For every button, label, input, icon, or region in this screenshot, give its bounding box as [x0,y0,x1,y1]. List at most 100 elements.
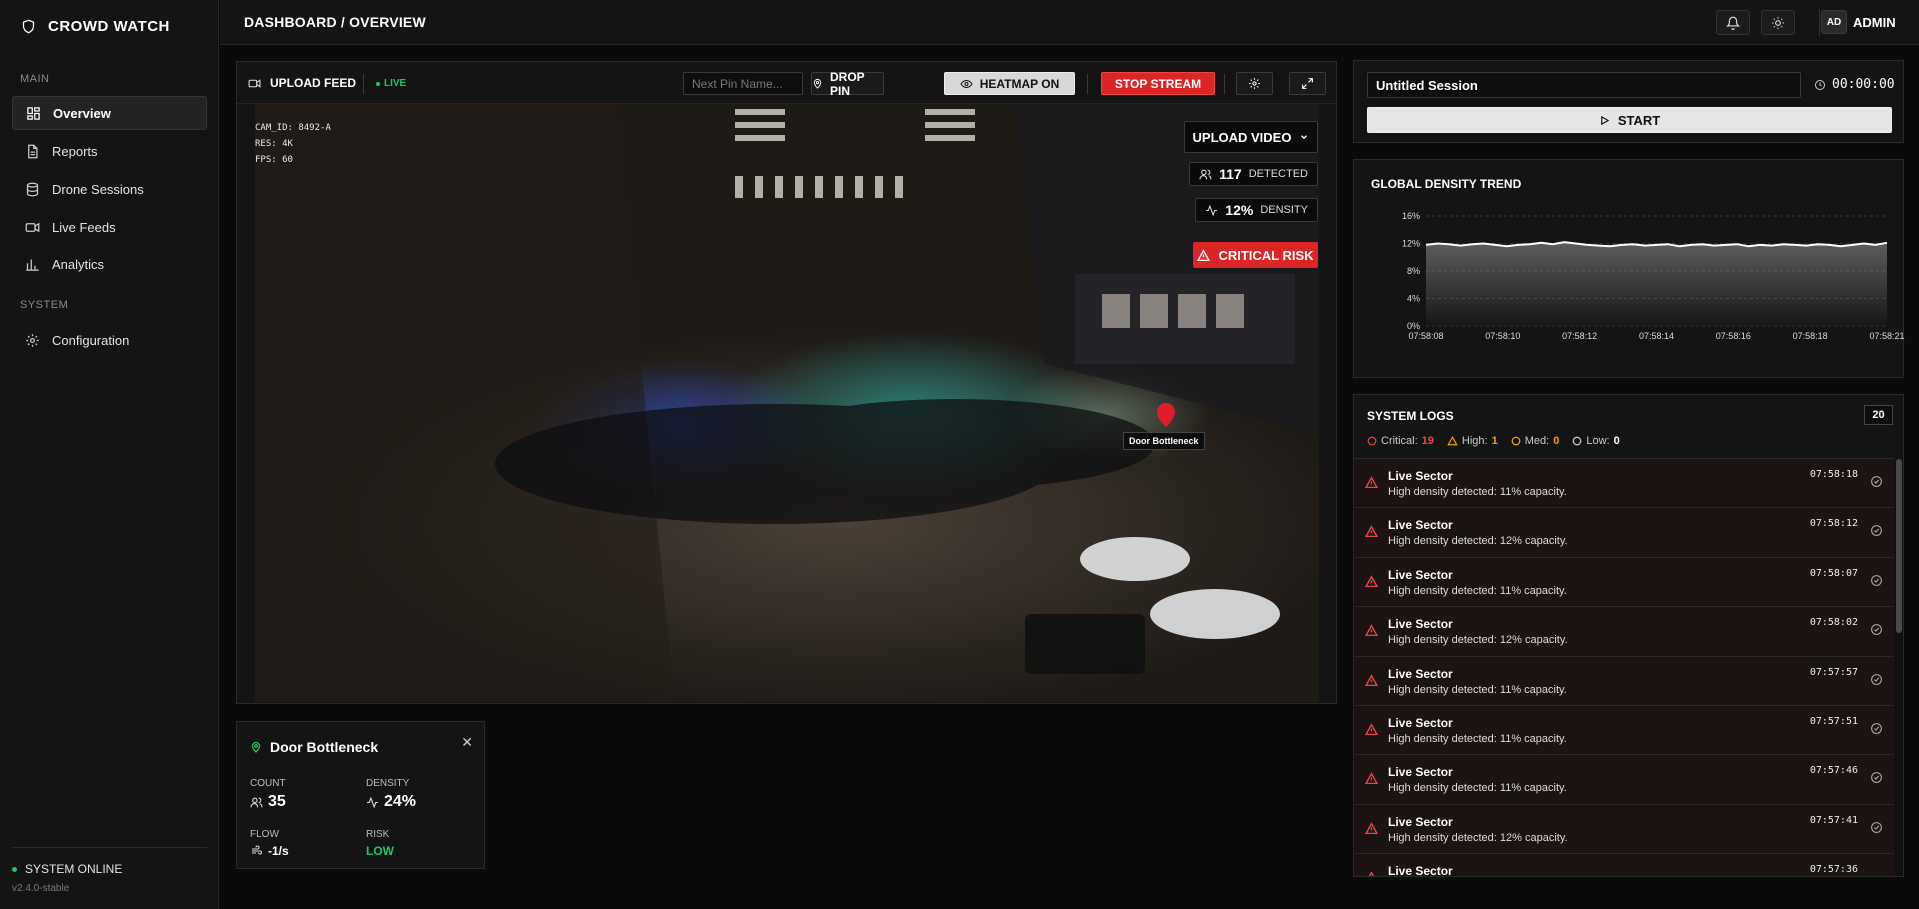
detected-count-chip: 117 DETECTED [1189,162,1318,186]
stop-stream-button[interactable]: STOP STREAM [1101,72,1215,95]
start-session-button[interactable]: START [1367,107,1892,133]
warning-icon [1365,624,1378,637]
sidebar-item-reports[interactable]: Reports [12,134,207,168]
log-entry[interactable]: Live Sector 07:57:36 [1354,853,1894,877]
pin-name-input[interactable] [683,72,803,95]
severity-high[interactable]: High: 1 [1447,435,1498,447]
log-time: 07:57:51 [1809,715,1858,727]
detected-count: 117 [1219,166,1242,182]
log-message: High density detected: 11% capacity. [1388,584,1567,597]
check-circle-icon[interactable] [1870,574,1883,587]
x-tick-label: 07:58:14 [1639,331,1674,341]
y-tick-label: 4% [1407,294,1420,304]
log-entry[interactable]: Live Sector High density detected: 11% c… [1354,655,1894,705]
divider [1224,74,1225,94]
section-label-system: SYSTEM [20,299,69,311]
bell-icon [1726,16,1740,30]
log-entry[interactable]: Live Sector High density detected: 12% c… [1354,507,1894,557]
theme-toggle-button[interactable] [1761,10,1795,35]
warning-icon [1365,772,1378,785]
live-indicator: LIVE [376,78,406,89]
pin-count-value: 35 [268,793,286,810]
risk-label: CRITICAL RISK [1218,247,1314,263]
log-source: Live Sector [1388,518,1453,533]
log-entry[interactable]: Live Sector High density detected: 11% c… [1354,556,1894,607]
sidebar-item-analytics[interactable]: Analytics [12,247,207,281]
check-circle-icon[interactable] [1870,524,1883,537]
eye-icon [960,79,973,88]
fullscreen-button[interactable] [1289,72,1326,95]
sidebar-item-label: Live Feeds [52,219,116,235]
severity-med[interactable]: Med: 0 [1511,435,1559,447]
activity-icon [1206,204,1218,216]
density-trend-panel: GLOBAL DENSITY TREND 0% 4% 8% 12% 16% 07:58:0… [1353,159,1905,378]
heatmap-toggle-button[interactable]: HEATMAP ON [944,72,1075,95]
log-source: Live Sector [1388,864,1453,877]
check-circle-icon[interactable] [1870,623,1883,636]
map-pin-label: Door Bottleneck [1123,432,1205,450]
log-time: 07:57:46 [1809,765,1858,777]
check-circle-icon[interactable] [1870,722,1883,735]
log-source: Live Sector [1388,617,1453,632]
user-name[interactable]: ADMIN [1853,15,1896,30]
sidebar-item-drone-sessions[interactable]: Drone Sessions [12,172,207,206]
upload-feed-button[interactable]: UPLOAD FEED [247,76,356,90]
x-tick-label: 07:58:16 [1716,331,1751,341]
warning-icon [1365,525,1378,538]
feed-toolbar: UPLOAD FEED LIVE DROP PIN HEATMAP ON STO… [237,62,1336,104]
severity-low[interactable]: Low: 0 [1572,435,1620,447]
divider [363,74,364,94]
brand[interactable]: CROWD WATCH [21,18,170,35]
chart-icon [26,259,39,271]
expand-icon [1302,78,1313,89]
sidebar-item-overview[interactable]: Overview [12,96,207,130]
check-circle-icon[interactable] [1870,771,1883,784]
notifications-button[interactable] [1716,10,1750,35]
upload-video-dropdown[interactable]: UPLOAD VIDEO [1184,121,1318,153]
pin-density-metric: DENSITY 24% [366,778,416,811]
log-entry[interactable]: Live Sector High density detected: 11% c… [1354,458,1894,508]
severity-label: Med: [1524,435,1550,447]
heatmap-label: HEATMAP ON [979,76,1060,91]
severity-label: Low: [1586,435,1610,447]
breadcrumb: DASHBOARD / OVERVIEW [244,14,426,30]
divider [1087,74,1088,94]
sidebar-item-configuration[interactable]: Configuration [12,323,207,357]
drop-pin-button[interactable]: DROP PIN [811,70,884,98]
users-icon [250,797,263,807]
metric-value: -1/s [250,844,289,858]
y-tick-label: 0% [1407,321,1420,331]
video-feed-panel: UPLOAD FEED LIVE DROP PIN HEATMAP ON STO… [236,61,1337,704]
log-count-badge: 20 [1864,405,1893,425]
severity-critical[interactable]: Critical: 19 [1367,435,1434,447]
check-circle-icon[interactable] [1870,821,1883,834]
document-icon [28,144,38,158]
logs-title: SYSTEM LOGS [1367,409,1454,423]
critical-risk-badge: CRITICAL RISK [1193,242,1318,268]
close-icon[interactable]: ✕ [461,734,473,751]
drone-video-frame[interactable]: CAM_ID: 8492-A RES: 4K FPS: 60 UPLOAD VI… [255,104,1319,702]
log-list: Live Sector High density detected: 11% c… [1354,458,1894,877]
check-circle-icon[interactable] [1870,475,1883,488]
log-scrollbar-thumb[interactable] [1896,459,1902,633]
video-icon [248,78,261,88]
log-source: Live Sector [1388,765,1453,780]
metric-value: 24% [366,793,416,811]
sidebar-item-live-feeds[interactable]: Live Feeds [12,210,207,244]
log-entry[interactable]: Live Sector High density detected: 11% c… [1354,754,1894,804]
gear-icon [1249,78,1260,89]
start-label: START [1617,112,1661,128]
log-entry[interactable]: Live Sector High density detected: 12% c… [1354,803,1894,854]
check-circle-icon[interactable] [1870,673,1883,686]
log-entry[interactable]: Live Sector High density detected: 12% c… [1354,606,1894,656]
avatar[interactable]: AD [1821,10,1847,34]
feed-settings-button[interactable] [1236,72,1273,95]
system-status: SYSTEM ONLINE [12,862,122,876]
density-label: DENSITY [1260,204,1308,216]
map-pin-marker[interactable] [1157,403,1175,427]
warning-icon [1365,723,1378,736]
log-entry[interactable]: Live Sector High density detected: 11% c… [1354,704,1894,755]
log-message: High density detected: 11% capacity. [1388,683,1567,696]
log-message: High density detected: 12% capacity. [1388,535,1568,548]
session-name-input[interactable] [1367,72,1801,98]
